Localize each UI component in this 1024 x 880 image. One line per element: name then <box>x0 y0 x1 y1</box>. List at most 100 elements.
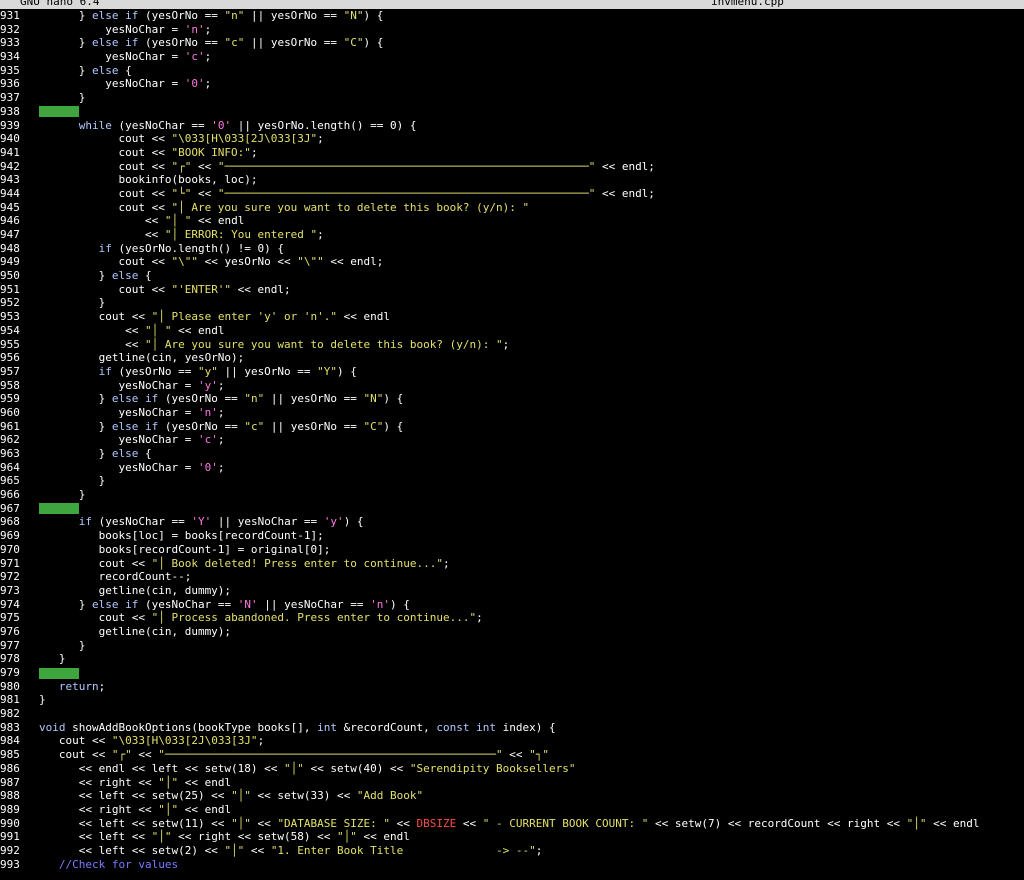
code-line[interactable]: 946 << "│ " << endl <box>0 214 1024 228</box>
code-line[interactable]: 967 <box>0 502 1024 516</box>
line-number: 979 <box>0 666 20 679</box>
code-line[interactable]: 988 << left << setw(25) << "│" << setw(3… <box>0 789 1024 803</box>
code-text: } else if (yesOrNo == "c" || yesOrNo == … <box>39 36 384 50</box>
code-line[interactable]: 983 void showAddBookOptions(bookType book… <box>0 721 1024 735</box>
line-number: 978 <box>0 652 20 666</box>
code-line[interactable]: 944 cout << "└" << "────────────────────… <box>0 187 1024 201</box>
code-text: } else if (yesOrNo == "c" || yesOrNo == … <box>39 419 404 433</box>
code-line[interactable]: 979 <box>0 666 1024 680</box>
code-line[interactable]: 976 getline(cin, dummy); <box>0 625 1024 639</box>
code-text: << "│ Are you sure you want to delete th… <box>39 337 510 351</box>
code-line[interactable]: 974 } else if (yesNoChar == 'N' || yesNo… <box>0 598 1024 612</box>
code-line[interactable]: 982 <box>0 707 1024 721</box>
code-text: } <box>39 638 86 652</box>
code-line[interactable]: 934 yesNoChar = 'c'; <box>0 50 1024 64</box>
line-number: 935 <box>0 63 20 77</box>
code-line[interactable]: 975 cout << "│ Process abandoned. Press … <box>0 611 1024 625</box>
code-line[interactable]: 961 } else if (yesOrNo == "c" || yesOrNo… <box>0 420 1024 434</box>
code-line[interactable]: 981} <box>0 693 1024 707</box>
code-line[interactable]: 942 cout << "┌" << "────────────────────… <box>0 160 1024 174</box>
line-number: 974 <box>0 597 20 611</box>
code-line[interactable]: 935 } else { <box>0 64 1024 78</box>
code-line[interactable]: 932 yesNoChar = 'n'; <box>0 23 1024 37</box>
code-line[interactable]: 991 << left << "│" << right << setw(58) … <box>0 830 1024 844</box>
code-editor[interactable]: 931 } else if (yesOrNo == "n" || yesOrNo… <box>0 9 1024 871</box>
line-number: 961 <box>0 419 20 433</box>
code-text: yesNoChar = 'c'; <box>39 50 212 64</box>
code-line[interactable]: 986 << endl << left << setw(18) << "│" <… <box>0 762 1024 776</box>
code-line[interactable]: 972 recordCount--; <box>0 570 1024 584</box>
code-line[interactable]: 987 << right << "│" << endl <box>0 776 1024 790</box>
line-number: 931 <box>0 9 20 22</box>
code-text <box>39 502 79 516</box>
code-line[interactable]: 970 books[recordCount-1] = original[0]; <box>0 543 1024 557</box>
code-line[interactable]: 971 cout << "│ Book deleted! Press enter… <box>0 557 1024 571</box>
code-line[interactable]: 969 books[loc] = books[recordCount-1]; <box>0 529 1024 543</box>
code-line[interactable]: 949 cout << "\"" << yesOrNo << "\"" << e… <box>0 255 1024 269</box>
line-number: 954 <box>0 323 20 337</box>
code-line[interactable]: 954 << "│ " << endl <box>0 324 1024 338</box>
line-number: 975 <box>0 611 20 625</box>
code-line[interactable]: 977 } <box>0 639 1024 653</box>
code-text: cout << "┌" << "────────────────────────… <box>39 748 549 762</box>
code-text: cout << "│ Process abandoned. Press ente… <box>39 611 483 625</box>
code-line[interactable]: 955 << "│ Are you sure you want to delet… <box>0 338 1024 352</box>
code-line[interactable]: 984 cout << "\033[H\033[2J\033[3J"; <box>0 734 1024 748</box>
line-number: 937 <box>0 91 20 105</box>
line-number: 963 <box>0 447 20 460</box>
line-number: 986 <box>0 761 20 775</box>
code-line[interactable]: 933 } else if (yesOrNo == "c" || yesOrNo… <box>0 36 1024 50</box>
line-number: 933 <box>0 36 20 50</box>
code-line[interactable]: 973 getline(cin, dummy); <box>0 584 1024 598</box>
code-line[interactable]: 959 } else if (yesOrNo == "n" || yesOrNo… <box>0 392 1024 406</box>
code-line[interactable]: 952 } <box>0 296 1024 310</box>
code-line[interactable]: 936 yesNoChar = '0'; <box>0 77 1024 91</box>
code-line[interactable]: 937 } <box>0 91 1024 105</box>
code-text: << "│ " << endl <box>39 323 225 337</box>
code-line[interactable]: 960 yesNoChar = 'n'; <box>0 406 1024 420</box>
line-number: 952 <box>0 296 20 310</box>
code-line[interactable]: 940 cout << "\033[H\033[2J\033[3J"; <box>0 132 1024 146</box>
code-text: } else if (yesNoChar == 'N' || yesNoChar… <box>39 597 410 611</box>
code-line[interactable]: 951 cout << "'ENTER'" << endl; <box>0 283 1024 297</box>
line-number: 985 <box>0 748 20 762</box>
line-number: 940 <box>0 132 20 146</box>
line-number: 964 <box>0 460 20 474</box>
code-line[interactable]: 989 << right << "│" << endl <box>0 803 1024 817</box>
code-line[interactable]: 953 cout << "│ Please enter 'y' or 'n'."… <box>0 310 1024 324</box>
code-line[interactable]: 939 while (yesNoChar == '0' || yesOrNo.l… <box>0 119 1024 133</box>
code-line[interactable]: 945 cout << "│ Are you sure you want to … <box>0 201 1024 215</box>
code-text: getline(cin, dummy); <box>39 624 232 638</box>
code-line[interactable]: 931 } else if (yesOrNo == "n" || yesOrNo… <box>0 9 1024 23</box>
code-line[interactable]: 948 if (yesOrNo.length() != 0) { <box>0 242 1024 256</box>
line-number: 939 <box>0 118 20 132</box>
code-line[interactable]: 938 <box>0 105 1024 119</box>
code-line[interactable]: 978 } <box>0 652 1024 666</box>
code-text: } <box>39 91 86 105</box>
code-line[interactable]: 964 yesNoChar = '0'; <box>0 461 1024 475</box>
code-line[interactable]: 992 << left << setw(2) << "│" << "1. Ent… <box>0 844 1024 858</box>
code-line[interactable]: 947 << "│ ERROR: You entered "; <box>0 228 1024 242</box>
line-number: 973 <box>0 583 20 597</box>
code-line[interactable]: 963 } else { <box>0 447 1024 461</box>
line-number: 944 <box>0 186 20 200</box>
code-line[interactable]: 941 cout << "BOOK INFO:"; <box>0 146 1024 160</box>
code-line[interactable]: 980 return; <box>0 680 1024 694</box>
code-line[interactable]: 966 } <box>0 488 1024 502</box>
code-text: yesNoChar = 'n'; <box>39 405 225 419</box>
code-line[interactable]: 985 cout << "┌" << "────────────────────… <box>0 748 1024 762</box>
code-line[interactable]: 957 if (yesOrNo == "y" || yesOrNo == "Y"… <box>0 365 1024 379</box>
code-line[interactable]: 962 yesNoChar = 'c'; <box>0 433 1024 447</box>
code-line[interactable]: 993 //Check for values <box>0 858 1024 872</box>
line-number: 991 <box>0 830 20 844</box>
code-line[interactable]: 950 } else { <box>0 269 1024 283</box>
code-line[interactable]: 956 getline(cin, yesOrNo); <box>0 351 1024 365</box>
code-line[interactable]: 958 yesNoChar = 'y'; <box>0 379 1024 393</box>
code-line[interactable]: 943 bookinfo(books, loc); <box>0 173 1024 187</box>
code-line[interactable]: 965 } <box>0 474 1024 488</box>
line-number: 990 <box>0 816 20 830</box>
code-line[interactable]: 990 << left << setw(11) << "│" << "DATAB… <box>0 817 1024 831</box>
code-line[interactable]: 968 if (yesNoChar == 'Y' || yesNoChar ==… <box>0 515 1024 529</box>
line-number: 950 <box>0 269 20 283</box>
code-text: << right << "│" << endl <box>39 775 232 789</box>
